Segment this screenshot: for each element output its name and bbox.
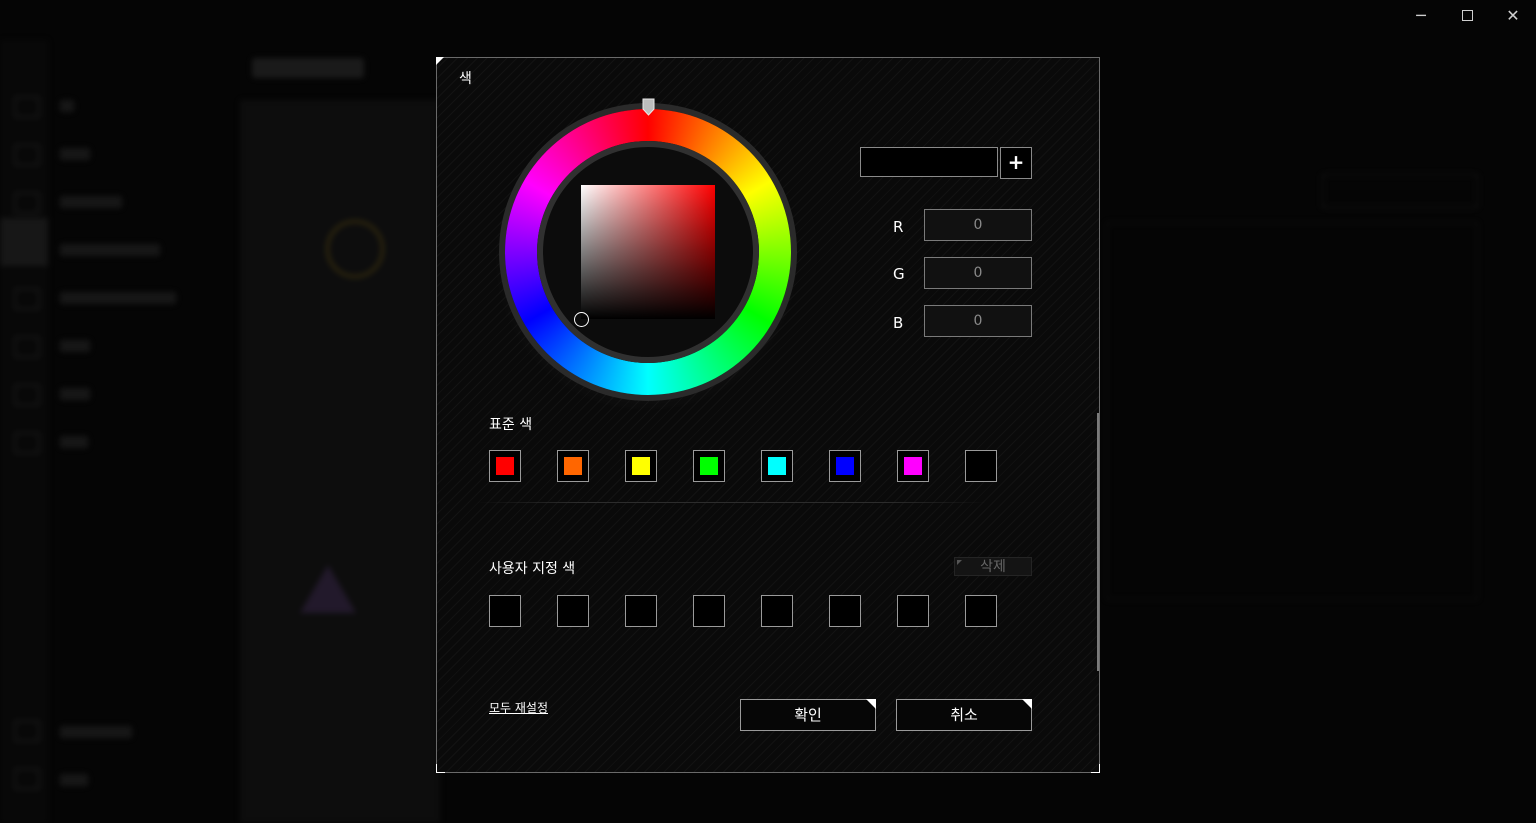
standard-color-swatch[interactable] <box>897 450 929 482</box>
standard-color-swatch[interactable] <box>965 450 997 482</box>
swatch-fill <box>836 457 854 475</box>
custom-color-swatch[interactable] <box>829 595 861 627</box>
cancel-label: 취소 <box>950 706 978 724</box>
standard-colors-label: 표준 색 <box>489 417 533 433</box>
green-label: G <box>893 265 905 283</box>
color-dialog: 색 + R 0 G 0 B 0 표준 색 사용자 지정 색 삭제 모두 재설정 … <box>436 57 1100 773</box>
custom-color-swatch[interactable] <box>557 595 589 627</box>
background-nav-icon <box>14 240 40 262</box>
background-device-icon <box>326 220 384 278</box>
standard-color-swatch[interactable] <box>761 450 793 482</box>
custom-color-swatch[interactable] <box>965 595 997 627</box>
hex-color-input[interactable] <box>860 147 998 177</box>
background-nav-text <box>60 340 90 352</box>
standard-color-swatch[interactable] <box>829 450 861 482</box>
custom-color-swatch[interactable] <box>761 595 793 627</box>
background-content-panel <box>240 100 440 823</box>
ok-button[interactable]: 확인 <box>740 699 876 731</box>
window-maximize-button[interactable] <box>1444 4 1490 28</box>
swatch-fill <box>768 457 786 475</box>
button-corner-icon <box>1022 699 1032 709</box>
standard-color-swatch[interactable] <box>489 450 521 482</box>
add-custom-color-button[interactable]: + <box>1000 147 1032 179</box>
swatch-fill <box>700 457 718 475</box>
custom-color-swatch[interactable] <box>693 595 725 627</box>
maximize-icon <box>1461 10 1473 21</box>
background-nav-text <box>60 292 176 304</box>
standard-color-swatch[interactable] <box>557 450 589 482</box>
red-label: R <box>893 218 904 236</box>
ok-label: 확인 <box>794 706 822 724</box>
background-nav-icon <box>14 192 40 214</box>
swatch-fill <box>496 457 514 475</box>
background-nav-text <box>60 244 160 256</box>
background-nav-icon <box>14 720 40 742</box>
background-nav-text <box>60 148 90 160</box>
button-corner-icon <box>866 699 876 709</box>
dialog-corner-decoration <box>436 764 445 773</box>
custom-color-swatch[interactable] <box>625 595 657 627</box>
reset-all-link[interactable]: 모두 재설정 <box>489 699 548 716</box>
background-nav-icon <box>14 432 40 454</box>
standard-color-swatch[interactable] <box>693 450 725 482</box>
background-nav-icon <box>14 144 40 166</box>
background-nav-icon <box>14 288 40 310</box>
swatch-fill <box>564 457 582 475</box>
swatch-fill <box>904 457 922 475</box>
hue-pointer-handle[interactable] <box>642 98 655 116</box>
dialog-scrollbar[interactable] <box>1097 413 1099 671</box>
custom-colors-label: 사용자 지정 색 <box>489 561 576 577</box>
button-corner-icon <box>957 560 962 565</box>
delete-label: 삭제 <box>980 559 1006 575</box>
background-nav-text <box>60 388 90 400</box>
standard-color-swatch[interactable] <box>625 450 657 482</box>
background-effect-icon <box>300 565 356 613</box>
background-nav-icon <box>14 384 40 406</box>
background-button <box>1322 174 1478 208</box>
background-right-panel <box>1106 222 1478 600</box>
custom-color-swatch[interactable] <box>897 595 929 627</box>
saturation-value-handle[interactable] <box>574 312 589 327</box>
blue-input[interactable]: 0 <box>924 305 1032 337</box>
dialog-corner-decoration <box>1091 764 1100 773</box>
background-nav-icon <box>14 96 40 118</box>
window-minimize-button[interactable]: ─ <box>1398 4 1444 28</box>
section-divider <box>477 502 987 503</box>
red-input[interactable]: 0 <box>924 209 1032 241</box>
swatch-fill <box>632 457 650 475</box>
saturation-value-square[interactable] <box>581 185 715 319</box>
green-input[interactable]: 0 <box>924 257 1032 289</box>
dialog-title: 색 <box>459 71 472 87</box>
background-nav-text <box>60 726 132 738</box>
dialog-corner-decoration <box>436 57 444 65</box>
background-sidebar <box>0 40 48 823</box>
background-nav-text <box>60 100 74 112</box>
background-nav-text <box>60 196 122 208</box>
blue-label: B <box>893 314 904 332</box>
cancel-button[interactable]: 취소 <box>896 699 1032 731</box>
background-nav-icon <box>14 768 40 790</box>
background-page-title <box>252 58 364 78</box>
background-nav-text <box>60 436 88 448</box>
background-nav-text <box>60 774 88 786</box>
delete-custom-color-button[interactable]: 삭제 <box>954 557 1032 576</box>
custom-color-swatch[interactable] <box>489 595 521 627</box>
background-nav-icon <box>14 336 40 358</box>
window-close-button[interactable]: ✕ <box>1490 4 1536 28</box>
